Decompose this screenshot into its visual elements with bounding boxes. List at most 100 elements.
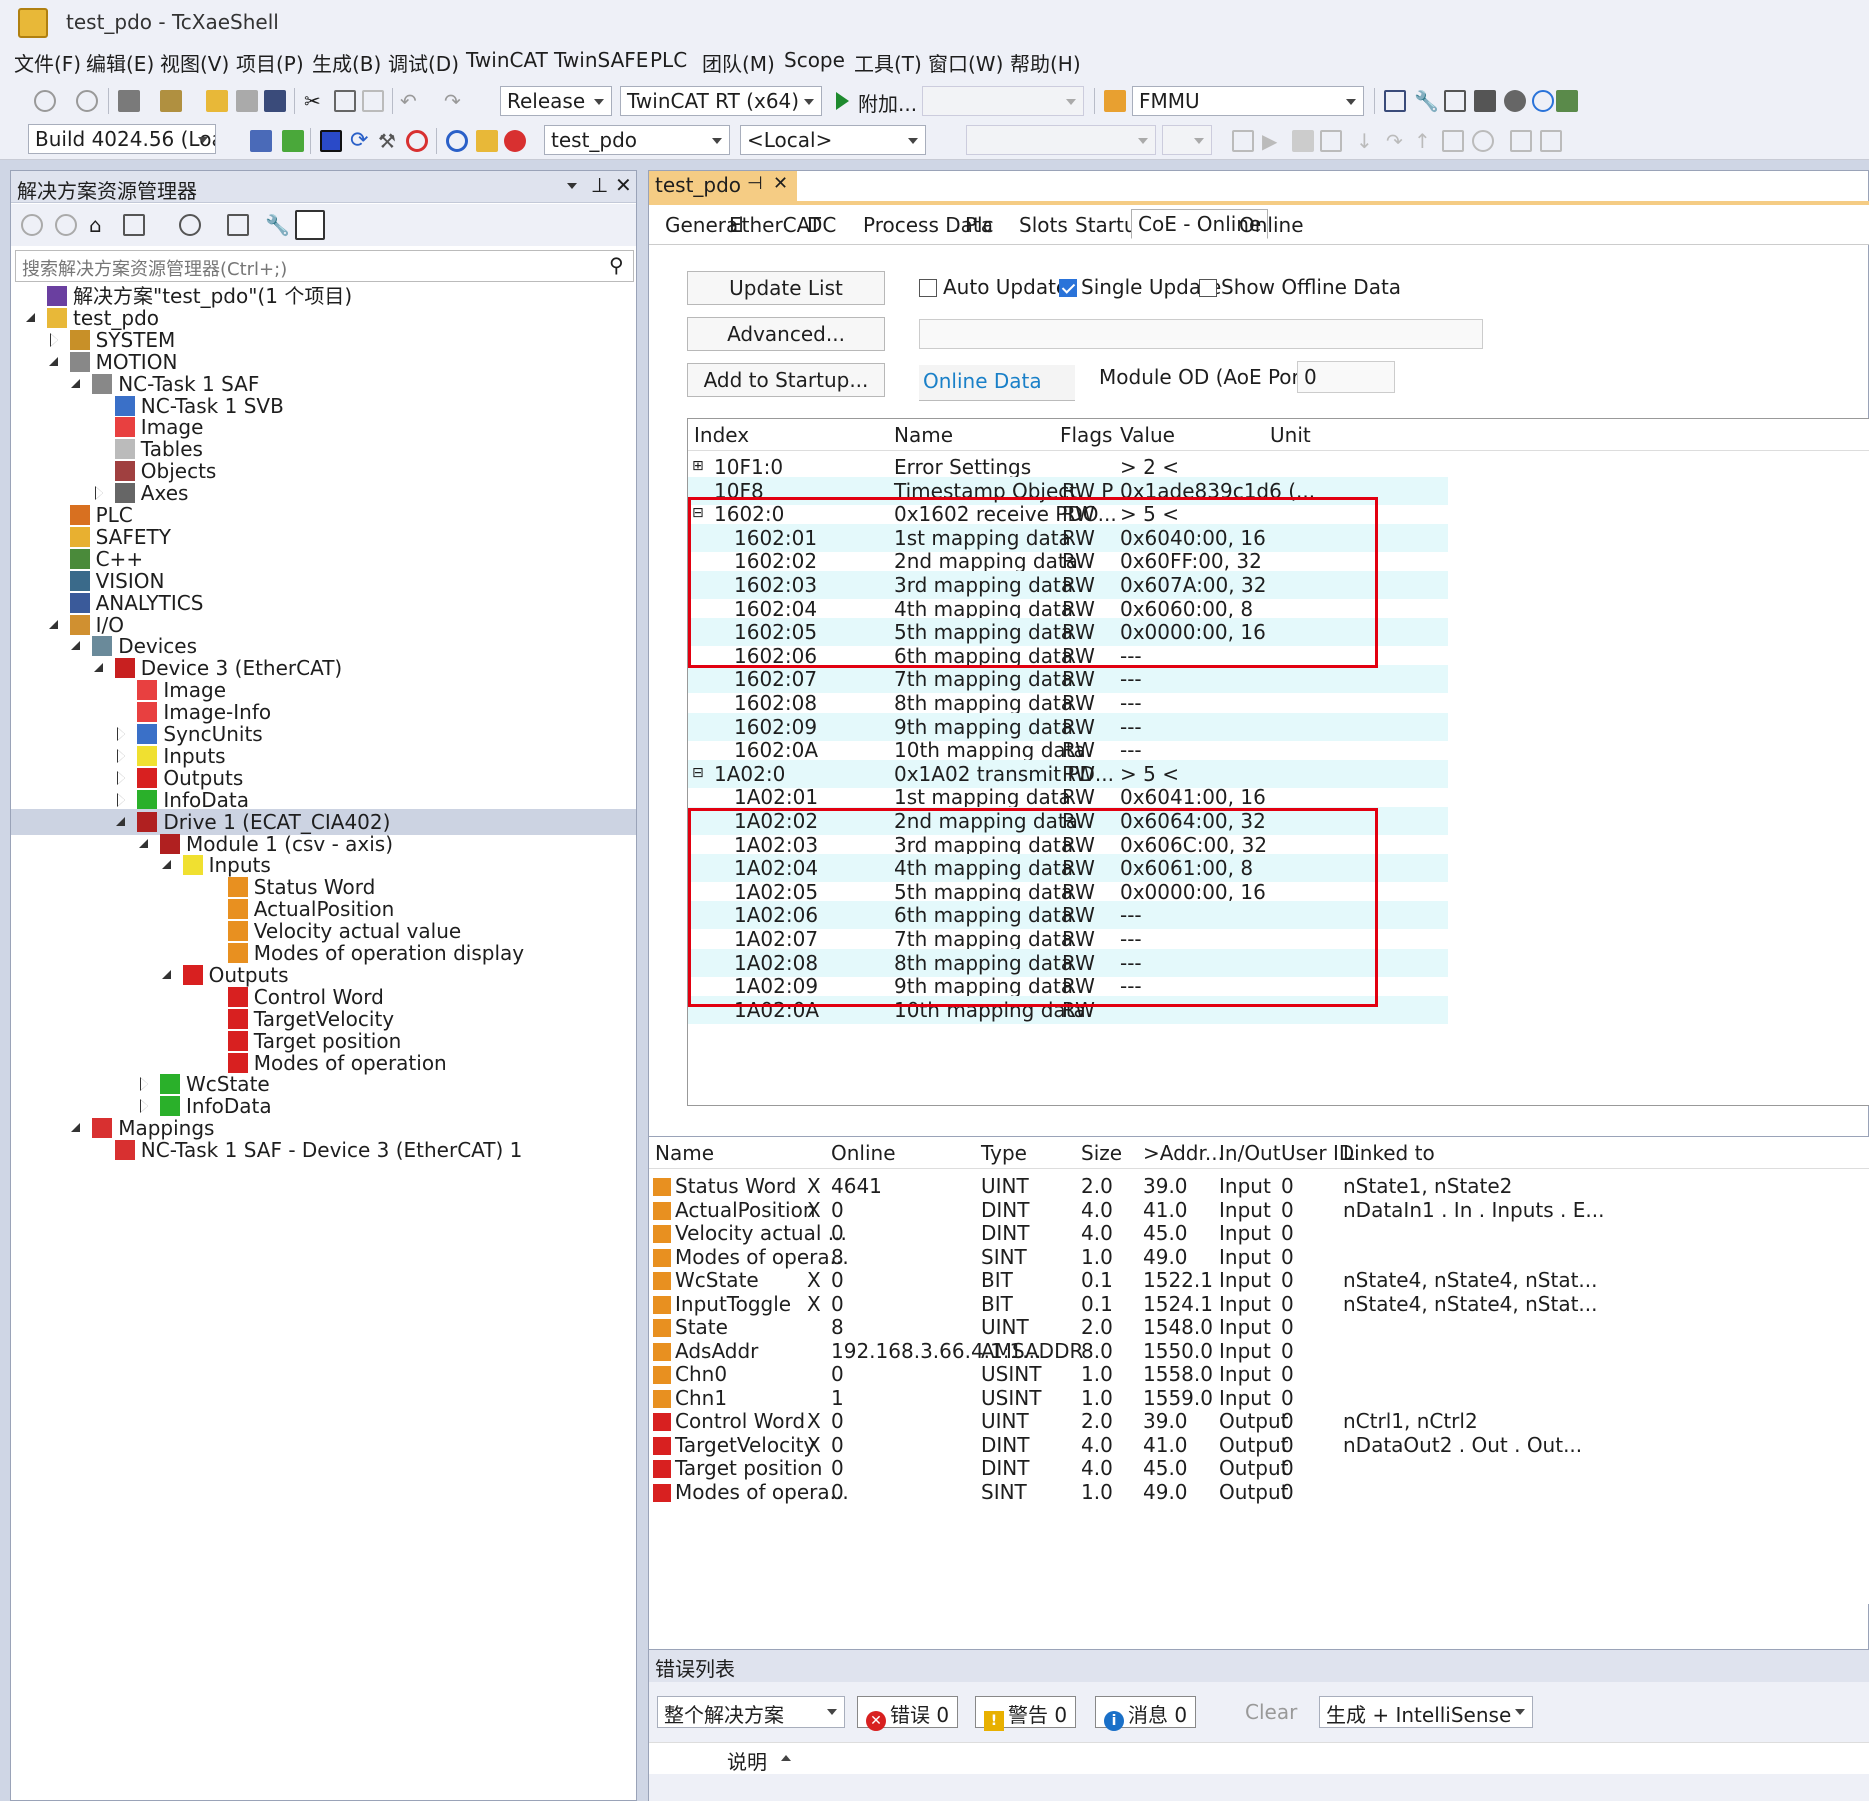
menu-item-10[interactable]: Scope (784, 48, 845, 72)
close-icon[interactable]: ✕ (615, 173, 632, 197)
switch-views-icon[interactable] (123, 214, 145, 236)
menu-item-4[interactable]: 生成(B) (312, 48, 381, 77)
free-run-icon[interactable] (504, 130, 526, 152)
advanced-button[interactable]: Advanced... (687, 317, 885, 351)
toolbox-icon[interactable] (1474, 90, 1496, 112)
add-item-icon[interactable] (160, 90, 182, 112)
find-icon[interactable] (1104, 90, 1126, 112)
var-column-1[interactable]: Online (831, 1141, 896, 1165)
open-folder-icon[interactable] (206, 90, 228, 112)
description-column[interactable]: 说明 (727, 1746, 767, 1775)
add-to-startup-button[interactable]: Add to Startup... (687, 363, 885, 397)
preview-icon[interactable] (295, 210, 325, 240)
magic-wand-icon[interactable]: ⚒ (378, 130, 400, 152)
cut-icon[interactable]: ✂ (304, 90, 326, 112)
pin-icon[interactable]: ⊥ (591, 173, 608, 197)
wrench-icon[interactable]: 🔧 (1414, 90, 1439, 112)
clear-button[interactable]: Clear (1245, 1700, 1297, 1724)
panel-menu-icon[interactable] (567, 183, 577, 189)
menu-item-9[interactable]: 团队(M) (702, 48, 775, 77)
module-od-input[interactable]: 0 (1297, 361, 1395, 393)
undo-icon[interactable]: ↶ (400, 90, 422, 112)
show-offline-checkbox[interactable] (1199, 279, 1217, 297)
logout-icon[interactable] (1320, 130, 1342, 152)
menu-item-5[interactable]: 调试(D) (388, 48, 459, 77)
tab-2[interactable]: DC (807, 213, 836, 237)
paste-icon[interactable] (362, 90, 384, 112)
upload-icon[interactable] (1540, 130, 1562, 152)
team-icon[interactable] (1504, 90, 1526, 112)
refresh-icon[interactable] (1532, 90, 1554, 112)
document-tab[interactable]: test_pdo ⊣ ✕ (649, 171, 797, 201)
auto-update-checkbox[interactable] (919, 279, 937, 297)
tab-5[interactable]: Slots (1019, 213, 1068, 237)
run-icon[interactable]: ▶ (1262, 130, 1284, 152)
tab-4[interactable]: Plc (965, 213, 994, 237)
build-filter-combo[interactable]: 生成 + IntelliSense (1319, 1696, 1533, 1728)
error-scope-combo[interactable]: 整个解决方案 (657, 1696, 845, 1728)
step-into-icon[interactable]: ↓ (1356, 130, 1378, 152)
forward-icon[interactable] (76, 90, 98, 112)
od-column-0[interactable]: Index (694, 423, 749, 447)
choose-target-icon[interactable] (282, 130, 304, 152)
more-icon[interactable] (1556, 90, 1578, 112)
tab-8[interactable]: Online (1239, 213, 1304, 237)
var-column-5[interactable]: In/Out (1219, 1141, 1281, 1165)
menu-item-3[interactable]: 项目(P) (236, 48, 304, 77)
attach-button[interactable]: 附加... (858, 88, 917, 117)
menu-item-1[interactable]: 编辑(E) (86, 48, 154, 77)
plc-instance-combo[interactable] (1162, 125, 1212, 155)
menu-item-7[interactable]: TwinSAFE (554, 48, 648, 72)
var-column-0[interactable]: Name (655, 1141, 714, 1165)
expand-icon[interactable]: ⊞ (692, 458, 704, 474)
search-icon[interactable]: ⚲ (609, 253, 624, 277)
stop-icon[interactable] (1292, 130, 1314, 152)
config-mode-icon[interactable] (406, 130, 428, 152)
home-icon[interactable]: ⌂ (89, 214, 111, 236)
restart-icon[interactable]: ⟳ (350, 130, 372, 152)
back-icon[interactable] (21, 214, 43, 236)
forward-icon[interactable] (55, 214, 77, 236)
menu-item-6[interactable]: TwinCAT (466, 48, 548, 72)
copy-icon[interactable] (334, 90, 356, 112)
activate-config-icon[interactable] (320, 130, 342, 152)
menu-item-12[interactable]: 窗口(W) (928, 48, 1003, 77)
save-all-icon[interactable] (264, 90, 286, 112)
od-column-2[interactable]: Flags (1060, 423, 1112, 447)
solution-search-input[interactable]: 搜索解决方案资源管理器(Ctrl+;) (15, 250, 634, 282)
variable-row[interactable]: Modes of opera... 0 SINT 1.0 49.0 Output 0 (649, 1479, 1869, 1507)
pending-changes-icon[interactable] (179, 214, 201, 236)
target-system-combo[interactable]: <Local> (740, 125, 926, 155)
collapse-all-icon[interactable] (227, 214, 249, 236)
find-combo[interactable]: FMMU (1132, 86, 1364, 116)
login-icon[interactable] (1232, 130, 1254, 152)
collapse-icon[interactable]: ⊟ (692, 765, 704, 781)
warnings-filter-button[interactable]: ! 警告 0 (975, 1696, 1077, 1731)
messages-filter-button[interactable]: i 消息 0 (1095, 1696, 1197, 1731)
breakpoint-icon[interactable] (1442, 130, 1464, 152)
attach-target-combo[interactable] (922, 86, 1084, 116)
menu-item-11[interactable]: 工具(T) (854, 48, 922, 77)
back-icon[interactable] (34, 90, 56, 112)
menu-item-2[interactable]: 视图(V) (160, 48, 229, 77)
properties-icon[interactable]: 🔧 (265, 214, 290, 236)
update-list-button[interactable]: Update List (687, 271, 885, 305)
properties-icon[interactable] (1444, 90, 1466, 112)
plc-project-combo[interactable] (966, 125, 1156, 155)
new-project-icon[interactable] (118, 90, 140, 112)
redo-icon[interactable]: ↷ (444, 90, 466, 112)
single-update-checkbox[interactable] (1059, 279, 1077, 297)
step-out-icon[interactable]: ↑ (1414, 130, 1436, 152)
reset-icon[interactable] (1472, 130, 1494, 152)
od-column-4[interactable]: Unit (1270, 423, 1311, 447)
start-icon[interactable] (836, 92, 849, 110)
od-column-1[interactable]: Name (894, 423, 953, 447)
solution-explorer-icon[interactable] (1384, 90, 1406, 112)
close-tab-icon[interactable]: ✕ (773, 173, 788, 194)
save-icon[interactable] (236, 90, 258, 112)
toggle-grid-icon[interactable] (476, 130, 498, 152)
network-icon[interactable] (250, 130, 272, 152)
scan-icon[interactable] (446, 130, 468, 152)
var-column-4[interactable]: >Addr... (1143, 1141, 1224, 1165)
configuration-combo[interactable]: Release (500, 86, 612, 116)
